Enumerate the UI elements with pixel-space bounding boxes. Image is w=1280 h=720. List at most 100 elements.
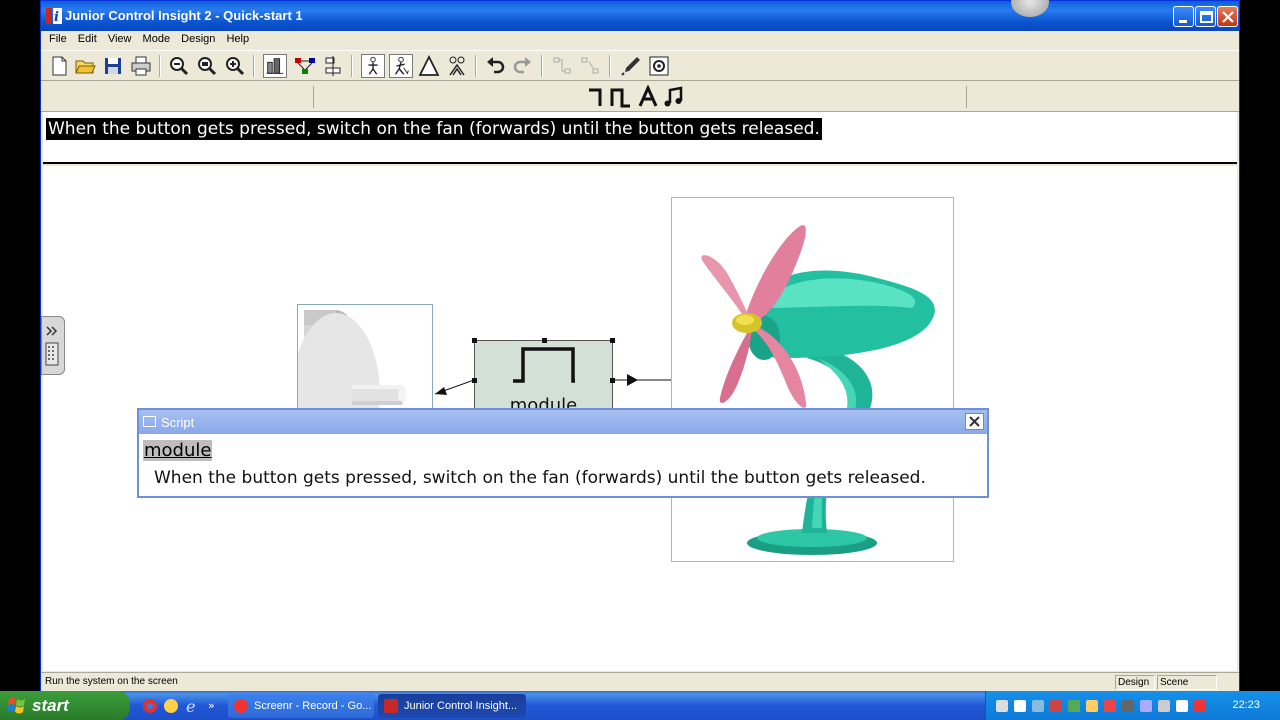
app-logo-icon bbox=[384, 699, 398, 713]
logic-toolbar bbox=[41, 82, 1239, 112]
toolbar-divider bbox=[313, 86, 314, 108]
toolbar-separator bbox=[541, 55, 543, 77]
open-icon[interactable] bbox=[73, 54, 97, 78]
menu-mode[interactable]: Mode bbox=[139, 31, 175, 45]
tray-icon[interactable] bbox=[1176, 700, 1188, 712]
script-window[interactable]: Script module When the button gets press… bbox=[137, 408, 989, 498]
toolbar-separator bbox=[159, 55, 161, 77]
firefox-icon[interactable] bbox=[164, 699, 178, 713]
zoom-in-icon[interactable] bbox=[223, 54, 247, 78]
menu-design[interactable]: Design bbox=[177, 31, 219, 45]
animate-icon[interactable] bbox=[445, 54, 469, 78]
close-icon bbox=[969, 416, 980, 427]
description-panel: When the button gets pressed, switch on … bbox=[43, 112, 1237, 164]
chrome-icon bbox=[234, 699, 248, 713]
new-icon[interactable] bbox=[47, 54, 71, 78]
svg-text:i: i bbox=[54, 10, 59, 24]
maximize-button[interactable] bbox=[1195, 6, 1216, 27]
a-icon[interactable] bbox=[636, 85, 660, 109]
app-window: i Junior Control Insight 2 - Quick-start… bbox=[40, 0, 1240, 691]
redo-icon[interactable] bbox=[511, 54, 535, 78]
selection-handle[interactable] bbox=[472, 378, 477, 383]
task-junior-control[interactable]: Junior Control Insight... bbox=[378, 694, 526, 718]
close-button[interactable] bbox=[1217, 6, 1238, 27]
unlink-icon[interactable] bbox=[579, 54, 603, 78]
walk-icon[interactable] bbox=[389, 54, 413, 78]
windows-flag-icon bbox=[8, 697, 25, 714]
task-chrome-label: Screenr - Record - Go... bbox=[254, 700, 372, 712]
print-icon[interactable] bbox=[129, 54, 153, 78]
side-panel-tab[interactable] bbox=[41, 316, 65, 375]
toolbar-separator bbox=[253, 55, 255, 77]
connections-icon[interactable] bbox=[293, 54, 317, 78]
tray-icon[interactable] bbox=[1104, 700, 1116, 712]
run-icon[interactable] bbox=[361, 54, 385, 78]
start-label: start bbox=[32, 696, 69, 715]
connector-arrow bbox=[435, 387, 447, 395]
menu-view[interactable]: View bbox=[104, 31, 136, 45]
script-title-bar[interactable]: Script bbox=[139, 410, 987, 434]
tray-icon[interactable] bbox=[1032, 700, 1044, 712]
tray-icon[interactable] bbox=[1158, 700, 1170, 712]
script-close-button[interactable] bbox=[965, 413, 984, 430]
tray-icon[interactable] bbox=[1122, 700, 1134, 712]
script-title: Script bbox=[161, 415, 195, 430]
toolbar-separator bbox=[609, 55, 611, 77]
tray-icon[interactable] bbox=[1050, 700, 1062, 712]
tray-icon[interactable] bbox=[1194, 700, 1206, 712]
tray-icon[interactable] bbox=[1140, 700, 1152, 712]
expand-arrows-icon bbox=[45, 326, 59, 366]
settings-icon[interactable] bbox=[647, 54, 671, 78]
save-icon[interactable] bbox=[101, 54, 125, 78]
selection-handle[interactable] bbox=[542, 338, 547, 343]
toolbar bbox=[41, 50, 1239, 81]
selection-handle[interactable] bbox=[610, 338, 615, 343]
taskbar: start e » Screenr - Record - Go... Junio… bbox=[0, 691, 1280, 720]
status-bar: Run the system on the screen Design Scen… bbox=[41, 672, 1239, 691]
toolbar-separator bbox=[475, 55, 477, 77]
app-logo-icon: i bbox=[46, 8, 62, 24]
connector-arrow bbox=[627, 374, 638, 386]
clock: 22:23 bbox=[1232, 699, 1260, 711]
window-icon bbox=[143, 416, 156, 427]
triangle-icon[interactable] bbox=[417, 54, 441, 78]
menu-edit[interactable]: Edit bbox=[74, 31, 101, 45]
quick-launch: e » bbox=[140, 697, 220, 716]
scene-icon[interactable] bbox=[263, 54, 287, 78]
system-tray: 22:23 bbox=[985, 691, 1280, 720]
window-title: Junior Control Insight 2 - Quick-start 1 bbox=[65, 8, 303, 23]
task-junior-control-label: Junior Control Insight... bbox=[404, 700, 518, 712]
start-button[interactable]: start bbox=[0, 691, 130, 720]
selection-handle[interactable] bbox=[610, 378, 615, 383]
align-icon[interactable] bbox=[321, 54, 345, 78]
script-heading[interactable]: module bbox=[143, 440, 213, 461]
script-body: When the button gets pressed, switch on … bbox=[154, 468, 926, 488]
selection-handle[interactable] bbox=[472, 338, 477, 343]
undo-icon[interactable] bbox=[483, 54, 507, 78]
more-icon[interactable]: » bbox=[208, 699, 215, 712]
title-bar[interactable]: i Junior Control Insight 2 - Quick-start… bbox=[41, 0, 1239, 31]
music-icon[interactable] bbox=[662, 85, 686, 109]
link-icon[interactable] bbox=[551, 54, 575, 78]
task-chrome[interactable]: Screenr - Record - Go... bbox=[228, 694, 374, 718]
ie-icon[interactable]: e bbox=[186, 697, 195, 716]
status-mode: Design bbox=[1115, 675, 1155, 690]
status-text: Run the system on the screen bbox=[45, 676, 178, 687]
zoom-fit-icon[interactable] bbox=[195, 54, 219, 78]
fan-image bbox=[701, 225, 935, 555]
tray-icon[interactable] bbox=[996, 700, 1008, 712]
zoom-out-icon[interactable] bbox=[167, 54, 191, 78]
pen-icon[interactable] bbox=[619, 54, 643, 78]
menu-file[interactable]: File bbox=[45, 31, 71, 45]
minimize-button[interactable] bbox=[1173, 6, 1194, 27]
menu-help[interactable]: Help bbox=[222, 31, 253, 45]
tray-icon[interactable] bbox=[1068, 700, 1080, 712]
tray-icon[interactable] bbox=[1014, 700, 1026, 712]
toolbar-divider bbox=[966, 86, 967, 108]
description-text[interactable]: When the button gets pressed, switch on … bbox=[46, 118, 822, 140]
step-down-icon[interactable] bbox=[586, 85, 610, 109]
status-view: Scene bbox=[1157, 675, 1217, 690]
fan-component[interactable] bbox=[671, 197, 954, 562]
pulse-icon[interactable] bbox=[610, 85, 634, 109]
tray-icon[interactable] bbox=[1086, 700, 1098, 712]
